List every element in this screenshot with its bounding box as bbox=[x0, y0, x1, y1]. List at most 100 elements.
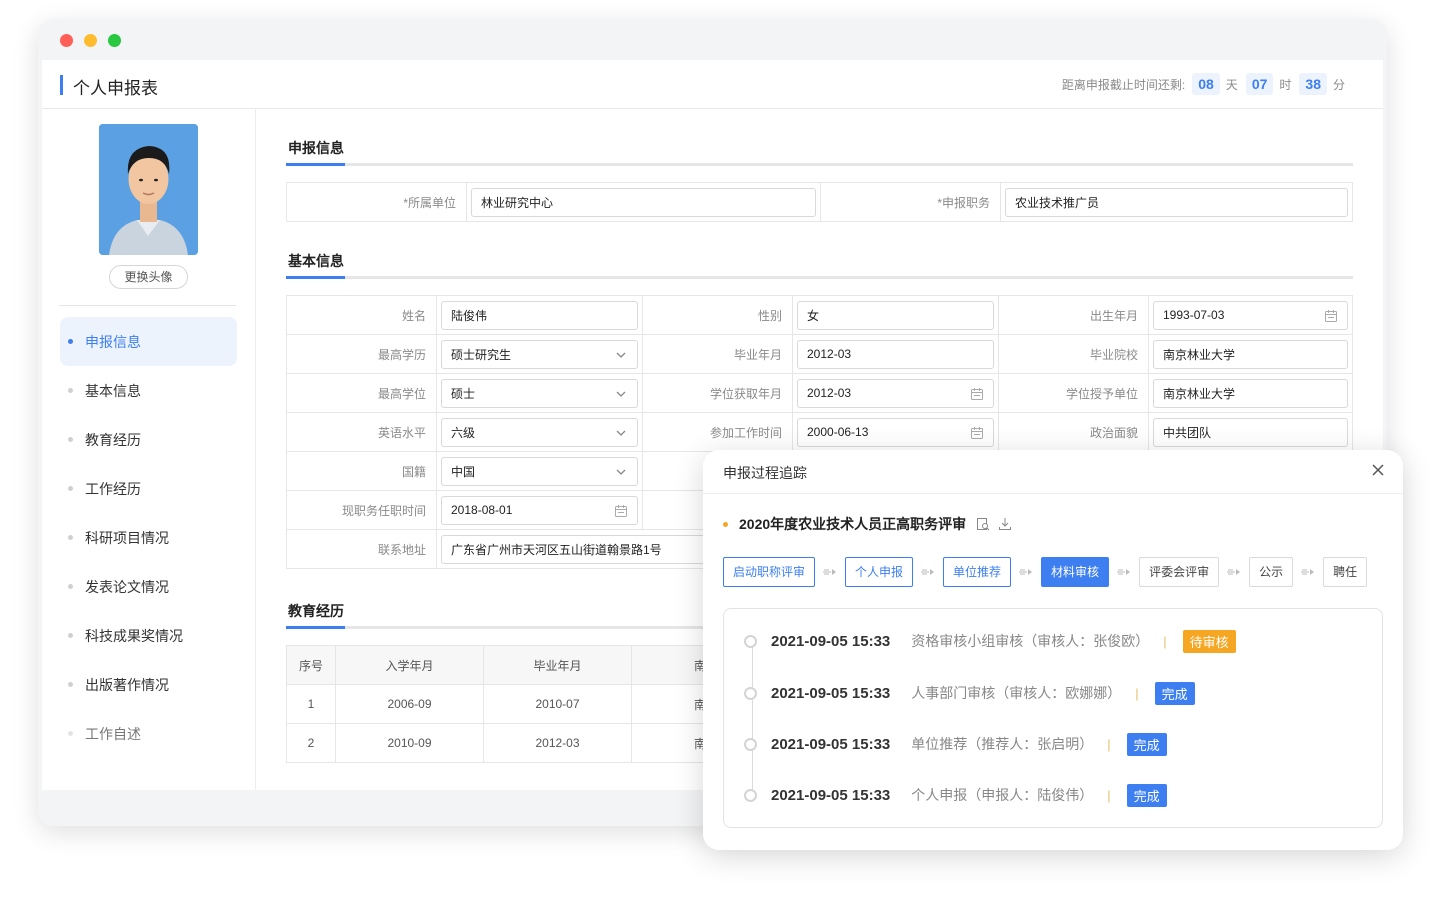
work-start-picker[interactable]: 2000-06-13 bbox=[797, 417, 994, 447]
sidebar-item-basic-info[interactable]: 基本信息 bbox=[60, 366, 237, 415]
arrow-right-icon bbox=[815, 568, 845, 576]
close-icon[interactable] bbox=[1371, 463, 1385, 477]
timeline-item: 2021-09-05 15:33 单位推荐（推荐人：张启明） | 完成 bbox=[744, 732, 1167, 756]
status-badge: 完成 bbox=[1126, 732, 1167, 756]
arrow-right-icon bbox=[913, 568, 943, 576]
cell-no: 1 bbox=[286, 684, 336, 724]
post-date-picker[interactable]: 2018-08-01 bbox=[441, 495, 638, 525]
arrow-right-icon bbox=[1219, 568, 1249, 576]
birth-value: 1993-07-03 bbox=[1163, 308, 1225, 322]
avatar bbox=[99, 124, 198, 255]
nation-value: 中国 bbox=[451, 464, 476, 479]
english-select[interactable]: 六级 bbox=[441, 417, 638, 447]
nation-label: 国籍 bbox=[286, 451, 437, 491]
step-committee-review[interactable]: 评委会评审 bbox=[1139, 557, 1220, 587]
edu-select[interactable]: 硕士研究生 bbox=[441, 339, 638, 369]
degree-date-value: 2012-03 bbox=[807, 386, 852, 400]
school-input[interactable]: 南京林业大学 bbox=[1153, 339, 1348, 369]
timeline-desc: 单位推荐（推荐人：张启明） bbox=[911, 736, 1094, 752]
sidebar-item-papers[interactable]: 发表论文情况 bbox=[60, 562, 237, 611]
gender-input[interactable]: 女 bbox=[797, 300, 994, 330]
step-material-review[interactable]: 材料审核 bbox=[1041, 557, 1110, 587]
download-icon[interactable] bbox=[998, 517, 1012, 531]
name-input[interactable]: 陆俊伟 bbox=[441, 300, 638, 330]
page-title: 个人申报表 bbox=[73, 79, 158, 98]
sidebar-item-label: 工作自述 bbox=[85, 725, 141, 742]
timeline-node-icon bbox=[744, 737, 757, 751]
name-value: 陆俊伟 bbox=[451, 308, 488, 323]
preview-icon[interactable] bbox=[976, 517, 990, 531]
timeline-time: 2021-09-05 15:33 bbox=[771, 684, 891, 702]
minimize-window-dot[interactable] bbox=[84, 34, 97, 47]
calendar-icon bbox=[615, 504, 627, 517]
step-appointment[interactable]: 聘任 bbox=[1323, 557, 1368, 587]
politics-input[interactable]: 中共团队 bbox=[1153, 417, 1348, 447]
popup-divider bbox=[703, 493, 1403, 494]
sidebar-item-awards[interactable]: 科技成果奖情况 bbox=[60, 611, 237, 660]
days-unit: 天 bbox=[1225, 77, 1238, 92]
step-unit-recommend[interactable]: 单位推荐 bbox=[943, 557, 1012, 587]
degree-unit-label: 学位授予单位 bbox=[998, 373, 1149, 413]
step-start-review[interactable]: 启动职称评审 bbox=[723, 557, 816, 587]
tracking-popup: 申报过程追踪 2020年度农业技术人员正高职务评审 启动职称评审 个人申报 单位… bbox=[703, 450, 1403, 850]
gender-label: 性别 bbox=[642, 295, 793, 335]
grad-date-value: 2012-03 bbox=[807, 347, 852, 361]
bullet-icon bbox=[68, 437, 73, 442]
bullet-icon bbox=[68, 486, 73, 491]
sidebar-item-label: 科研项目情况 bbox=[85, 529, 169, 546]
degree-date-picker[interactable]: 2012-03 bbox=[797, 378, 994, 408]
degree-select[interactable]: 硕士 bbox=[441, 378, 638, 408]
calendar-icon bbox=[971, 426, 983, 439]
sidebar-item-work[interactable]: 工作经历 bbox=[60, 464, 237, 513]
degree-value: 硕士 bbox=[451, 386, 476, 401]
sidebar-item-education[interactable]: 教育经历 bbox=[60, 415, 237, 464]
work-start-label: 参加工作时间 bbox=[642, 412, 793, 452]
english-label: 英语水平 bbox=[286, 412, 437, 452]
sidebar-item-apply-info[interactable]: 申报信息 bbox=[60, 317, 237, 366]
timeline-item: 2021-09-05 15:33 人事部门审核（审核人：欧娜娜） | 完成 bbox=[744, 681, 1195, 705]
bullet-icon bbox=[68, 388, 73, 393]
sidebar-item-label: 教育经历 bbox=[85, 431, 141, 448]
separator: | bbox=[1135, 685, 1139, 701]
change-avatar-button[interactable]: 更换头像 bbox=[109, 265, 188, 289]
nation-select[interactable]: 中国 bbox=[441, 456, 638, 486]
cell-start: 2006-09 bbox=[335, 684, 484, 724]
bullet-icon bbox=[68, 682, 73, 687]
timeline-node-icon bbox=[744, 788, 757, 802]
maximize-window-dot[interactable] bbox=[108, 34, 121, 47]
separator: | bbox=[1163, 633, 1167, 649]
chevron-down-icon bbox=[616, 352, 626, 358]
calendar-icon bbox=[971, 387, 983, 400]
sidebar-item-research[interactable]: 科研项目情况 bbox=[60, 513, 237, 562]
deadline-countdown: 距离申报截止时间还剩: 08 天 07 时 38 分 bbox=[1062, 73, 1353, 95]
sidebar-item-label: 基本信息 bbox=[85, 382, 141, 399]
step-publicity[interactable]: 公示 bbox=[1249, 557, 1294, 587]
address-value: 广东省广州市天河区五山街道翰景路1号 bbox=[451, 542, 662, 557]
close-window-dot[interactable] bbox=[60, 34, 73, 47]
review-title: 2020年度农业技术人员正高职务评审 bbox=[723, 514, 1012, 534]
column-header: 毕业年月 bbox=[483, 645, 632, 685]
post-input[interactable]: 农业技术推广员 bbox=[1005, 187, 1348, 217]
cell-no: 2 bbox=[286, 723, 336, 763]
birth-date-picker[interactable]: 1993-07-03 bbox=[1153, 300, 1348, 330]
sidebar-item-books[interactable]: 出版著作情况 bbox=[60, 660, 237, 709]
calendar-icon bbox=[1325, 309, 1337, 322]
bullet-icon bbox=[68, 633, 73, 638]
grad-date-input[interactable]: 2012-03 bbox=[797, 339, 994, 369]
post-label: *申报职务 bbox=[820, 182, 1001, 222]
post-date-label: 现职务任职时间 bbox=[286, 490, 437, 530]
step-personal-apply[interactable]: 个人申报 bbox=[845, 557, 914, 587]
arrow-right-icon bbox=[1011, 568, 1041, 576]
sidebar-item-label: 发表论文情况 bbox=[85, 578, 169, 595]
countdown-days: 08 bbox=[1192, 73, 1220, 95]
unit-input[interactable]: 林业研究中心 bbox=[471, 187, 816, 217]
politics-value: 中共团队 bbox=[1163, 425, 1212, 440]
timeline-desc: 资格审核小组审核（审核人：张俊欧） bbox=[911, 633, 1150, 649]
sidebar-item-label: 申报信息 bbox=[85, 333, 141, 350]
sidebar-item-statement[interactable]: 工作自述 bbox=[60, 709, 237, 758]
bullet-icon bbox=[68, 339, 73, 344]
page-header: 个人申报表 距离申报截止时间还剩: 08 天 07 时 38 分 bbox=[42, 60, 1383, 109]
chevron-down-icon bbox=[616, 469, 626, 475]
timeline-time: 2021-09-05 15:33 bbox=[771, 735, 891, 753]
degree-unit-input[interactable]: 南京林业大学 bbox=[1153, 378, 1348, 408]
